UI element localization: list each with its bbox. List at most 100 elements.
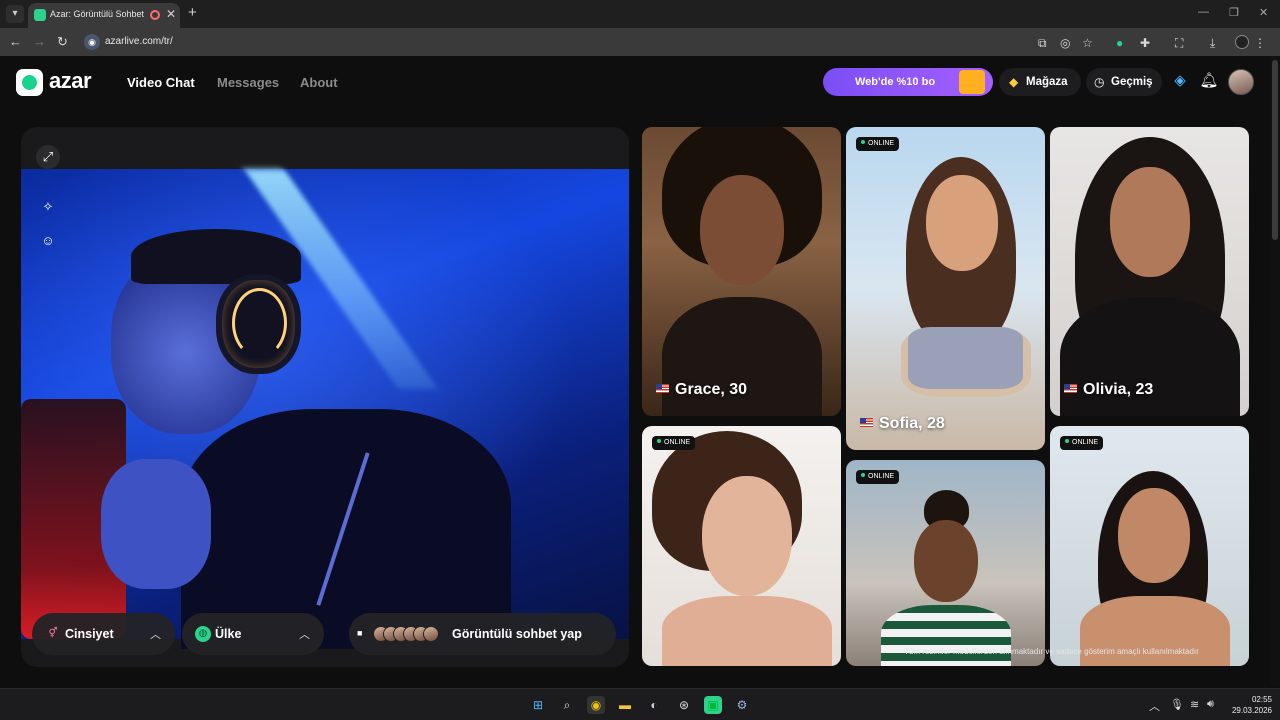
tab-list-icon[interactable]: ▾ bbox=[6, 5, 24, 23]
face bbox=[702, 476, 792, 596]
system-clock[interactable]: 02:55 29.03.2026 bbox=[1228, 694, 1272, 716]
url-field[interactable]: ◉ azarlive.com/tr/ ⧉ ◎ ☆ ● ✚ ⛶ ⤓ ⋮ bbox=[80, 31, 1266, 53]
azar-logo-icon[interactable] bbox=[16, 69, 43, 96]
address-bar: ← → ↻ ◉ azarlive.com/tr/ ⧉ ◎ ☆ ● ✚ ⛶ ⤓ ⋮ bbox=[0, 28, 1280, 56]
magic-wand-icon[interactable]: ✧ bbox=[38, 197, 58, 217]
new-tab-icon[interactable]: + bbox=[188, 4, 197, 21]
nav-video-chat[interactable]: Video Chat bbox=[127, 75, 195, 90]
online-badge: ONLINE bbox=[856, 470, 900, 484]
translate-icon[interactable]: ⛶ bbox=[1175, 36, 1183, 51]
chevron-up-icon: ︿ bbox=[150, 629, 161, 641]
store-label: Mağaza bbox=[1026, 76, 1068, 88]
page-scrollbar[interactable] bbox=[1270, 56, 1280, 686]
online-badge: ONLINE bbox=[856, 137, 900, 151]
clock-time: 02:55 bbox=[1251, 695, 1272, 704]
search-icon[interactable]: ⌕ bbox=[558, 696, 576, 714]
microphone-icon[interactable]: 🎙︎ bbox=[1170, 698, 1184, 711]
screen-share-icon[interactable]: ⧉ bbox=[1038, 36, 1047, 51]
favicon-icon bbox=[34, 9, 46, 21]
browser-tab-bar: ▾ Azar: Görüntülü Sohbet & Video ✕ + — ❐… bbox=[0, 0, 1280, 28]
site-header: azar Video Chat Messages About Web'de %1… bbox=[0, 56, 1280, 108]
headset bbox=[216, 274, 301, 374]
profile-name-text: Olivia, 23 bbox=[1083, 381, 1154, 398]
profile-name: Sofia, 28 bbox=[860, 415, 945, 433]
maximize-icon[interactable]: ❐ bbox=[1229, 6, 1239, 19]
reload-icon[interactable]: ↻ bbox=[57, 34, 68, 50]
url-text: azarlive.com/tr/ bbox=[105, 36, 173, 47]
store-button[interactable]: ◆ Mağaza bbox=[999, 68, 1081, 96]
profile-card-grace[interactable]: Grace, 30 bbox=[642, 127, 841, 416]
logo-text[interactable]: azar bbox=[49, 68, 92, 94]
promo-banner[interactable]: Web'de %10 bo bbox=[823, 68, 993, 96]
profile-card-olivia[interactable]: Olivia, 23 bbox=[1050, 127, 1249, 416]
profile-card[interactable]: ONLINE bbox=[642, 426, 841, 666]
profile-name-text: Grace, 30 bbox=[675, 381, 748, 398]
steam-icon[interactable]: ◐ bbox=[645, 696, 663, 714]
wifi-icon[interactable]: ≋ bbox=[1190, 698, 1199, 711]
speaker-icon[interactable]: 🔊︎ bbox=[1207, 698, 1214, 711]
folder-icon[interactable]: ▬ bbox=[616, 696, 634, 714]
face-filter-icon[interactable]: ☺ bbox=[38, 231, 58, 251]
diamond-icon: ◆ bbox=[1009, 75, 1019, 89]
menu-icon[interactable]: ⋮ bbox=[1254, 36, 1266, 50]
country-filter[interactable]: ◍ Ülke ︿ bbox=[182, 613, 324, 655]
profile-card-sofia[interactable]: ONLINE Sofia, 28 bbox=[846, 127, 1045, 450]
azar-app-icon[interactable]: ▣ bbox=[704, 696, 722, 714]
app-icon[interactable]: ⊛ bbox=[675, 696, 693, 714]
windows-start-icon[interactable]: ⊞ bbox=[529, 696, 547, 714]
nav-about[interactable]: About bbox=[300, 75, 338, 90]
video-controls: ⚥ Cinsiyet ︿ ◍ Ülke ︿ ■ Görüntülü sohbet… bbox=[21, 613, 629, 667]
expand-icon[interactable]: ⤢ bbox=[36, 145, 60, 169]
camera-icon: ■ bbox=[357, 628, 363, 638]
chrome-icon[interactable]: ◉ bbox=[587, 696, 605, 714]
gift-icon bbox=[959, 70, 985, 94]
eye-off-icon[interactable]: ◎ bbox=[1060, 36, 1070, 50]
face bbox=[926, 175, 998, 271]
chevron-up-icon[interactable]: ︿ bbox=[1149, 698, 1160, 714]
us-flag-icon bbox=[1064, 384, 1077, 393]
user-avatar[interactable] bbox=[1228, 69, 1254, 95]
chat-bubble-icon[interactable]: ◈ bbox=[1170, 71, 1190, 91]
download-icon[interactable]: ⤓ bbox=[1210, 36, 1215, 51]
gender-filter[interactable]: ⚥ Cinsiyet ︿ bbox=[32, 613, 175, 655]
start-video-chat-button[interactable]: ■ Görüntülü sohbet yap bbox=[349, 613, 616, 655]
forward-icon[interactable]: → bbox=[33, 34, 46, 49]
camera-preview bbox=[21, 169, 629, 649]
profile-name: Olivia, 23 bbox=[1064, 381, 1153, 399]
image-disclaimer: Tüm resimler modellerden alınmaktadır ve… bbox=[904, 647, 1199, 656]
close-icon[interactable]: ✕ bbox=[166, 7, 176, 21]
extension-icon[interactable]: ● bbox=[1116, 36, 1123, 50]
profile-card[interactable]: ONLINE bbox=[1050, 426, 1249, 666]
us-flag-icon bbox=[860, 418, 873, 427]
star-icon[interactable]: ☆ bbox=[1082, 36, 1093, 50]
scroll-thumb[interactable] bbox=[1272, 60, 1278, 240]
profile-name: Grace, 30 bbox=[656, 381, 747, 399]
profile-name-text: Sofia, 28 bbox=[879, 415, 945, 432]
avatar bbox=[423, 626, 439, 642]
profile-icon[interactable] bbox=[1235, 35, 1249, 49]
history-label: Geçmiş bbox=[1111, 76, 1153, 88]
online-badge: ONLINE bbox=[652, 436, 696, 450]
minimize-icon[interactable]: — bbox=[1198, 6, 1209, 18]
profile-card[interactable]: ONLINE bbox=[846, 460, 1045, 666]
country-label: Ülke bbox=[215, 627, 242, 641]
settings-icon[interactable]: ⚙ bbox=[733, 696, 751, 714]
gender-icon: ⚥ bbox=[48, 628, 58, 639]
windows-taskbar: ⊞ ⌕ ◉ ▬ ◐ ⊛ ▣ ⚙ ︿ 🎙︎ ≋ 🔊︎ 02:55 29.03.20… bbox=[0, 688, 1280, 720]
site-info-icon[interactable]: ◉ bbox=[84, 34, 100, 50]
face bbox=[700, 175, 784, 285]
puzzle-icon[interactable]: ✚ bbox=[1140, 36, 1150, 50]
face bbox=[1118, 488, 1190, 583]
history-button[interactable]: ◷ Geçmiş bbox=[1086, 68, 1162, 96]
window-close-icon[interactable]: ✕ bbox=[1259, 6, 1268, 19]
shoulders bbox=[662, 596, 832, 666]
browser-tab[interactable]: Azar: Görüntülü Sohbet & Video ✕ bbox=[28, 3, 180, 28]
face bbox=[1110, 167, 1190, 277]
bell-icon[interactable]: 🔔︎ bbox=[1199, 71, 1219, 91]
back-icon[interactable]: ← bbox=[9, 34, 22, 49]
nav-messages[interactable]: Messages bbox=[217, 75, 279, 90]
clock-date: 29.03.2026 bbox=[1231, 706, 1272, 715]
person-hand bbox=[101, 459, 211, 589]
face bbox=[914, 520, 978, 602]
promo-label: Web'de %10 bo bbox=[855, 76, 936, 88]
